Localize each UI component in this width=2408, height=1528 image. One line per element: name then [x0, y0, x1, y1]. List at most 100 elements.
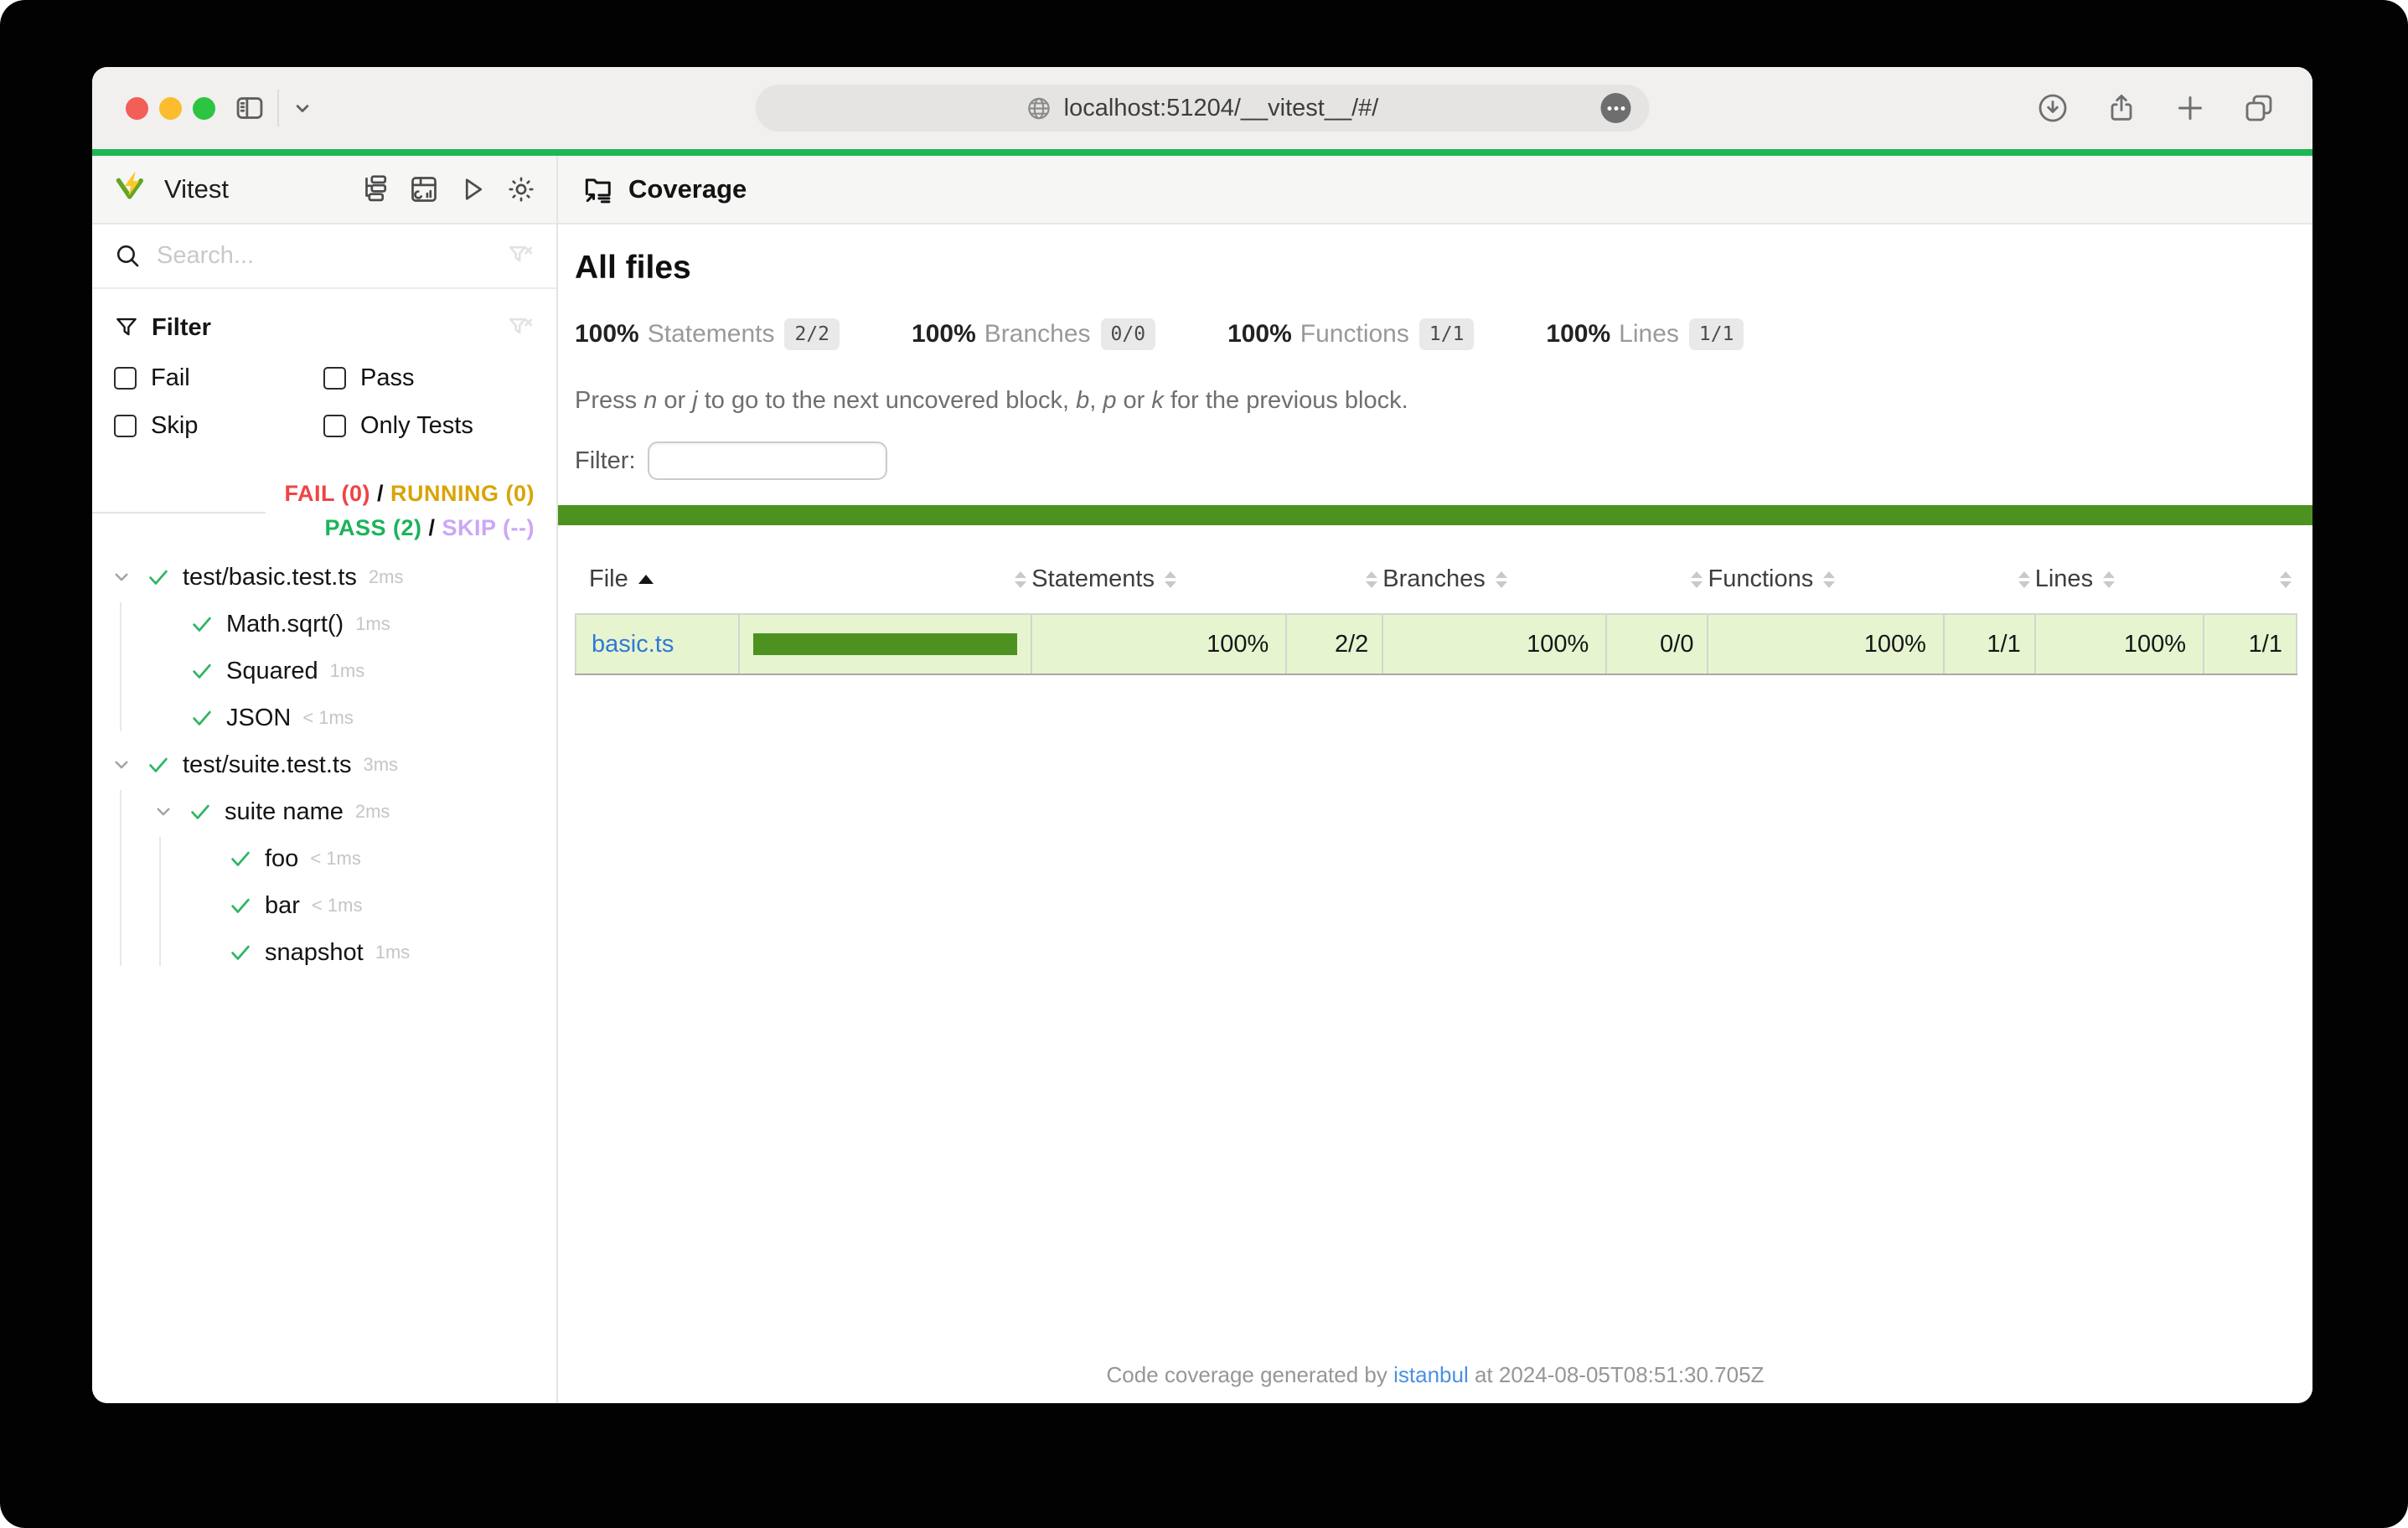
checkbox-fail-box[interactable]: [114, 367, 137, 390]
lines-raw-cell: 1/1: [2204, 614, 2297, 674]
run-all-icon[interactable]: [457, 174, 488, 204]
check-icon: [228, 846, 253, 871]
column-header-chart-sorter[interactable]: [739, 554, 1031, 614]
stat-functions: 100% Functions 1/1: [1227, 318, 1474, 350]
istanbul-link[interactable]: istanbul: [1393, 1362, 1469, 1387]
check-icon: [146, 565, 171, 590]
file-link[interactable]: basic.ts: [592, 631, 674, 658]
column-header-branches-raw-sorter[interactable]: [1606, 554, 1708, 614]
chevron-down-icon[interactable]: [151, 799, 176, 824]
theme-toggle-sun-icon[interactable]: [506, 174, 536, 204]
chevron-down-icon[interactable]: [109, 752, 134, 777]
coverage-stats: 100% Statements 2/2 100% Branches 0/0 10…: [575, 318, 2296, 350]
coverage-footer: Code coverage generated by istanbul at 2…: [558, 1362, 2312, 1388]
checkbox-skip[interactable]: Skip: [114, 402, 323, 450]
coverage-status-line: [558, 505, 2312, 525]
column-header-file[interactable]: File: [576, 554, 739, 614]
tree-item-test[interactable]: bar < 1ms: [92, 882, 556, 929]
downloads-button[interactable]: [2036, 91, 2070, 125]
share-button[interactable]: [2105, 91, 2138, 125]
sorter-icon[interactable]: [2018, 571, 2030, 588]
tree-item-suite[interactable]: suite name 2ms: [92, 788, 556, 835]
sorter-icon[interactable]: [1496, 571, 1507, 588]
test-status-summary: FAIL (0) / RUNNING (0) PASS (2) / SKIP (…: [92, 477, 556, 549]
check-icon: [189, 658, 214, 684]
tree-view-icon[interactable]: [360, 174, 390, 204]
checkbox-fail[interactable]: Fail: [114, 354, 323, 402]
check-icon: [189, 705, 214, 730]
search-input[interactable]: [157, 242, 492, 270]
clear-search-filter-icon[interactable]: [507, 242, 535, 270]
coverage-table-header-row: File Statements: [576, 554, 2297, 614]
statements-pct-cell: 100%: [1031, 614, 1286, 674]
new-tab-button[interactable]: [2173, 91, 2207, 125]
coverage-chart-cell: [739, 614, 1031, 674]
coverage-report-icon: [581, 173, 613, 205]
titlebar-controls: [234, 90, 314, 126]
dashboard-icon[interactable]: [409, 174, 439, 204]
coverage-table: File Statements: [575, 554, 2297, 675]
tree-item-test[interactable]: snapshot 1ms: [92, 929, 556, 976]
checkbox-only-tests-box[interactable]: [323, 415, 346, 437]
minimize-window-button[interactable]: [159, 97, 182, 120]
clear-filter-icon[interactable]: [507, 314, 535, 342]
page-settings-button[interactable]: [1601, 93, 1631, 123]
close-window-button[interactable]: [126, 97, 148, 120]
tree-item-test[interactable]: Math.sqrt() 1ms: [92, 601, 556, 648]
test-run-progress-bar: [92, 149, 2312, 156]
stat-fraction-badge: 1/1: [1689, 318, 1744, 350]
column-header-lines-raw-sorter[interactable]: [2204, 554, 2297, 614]
tab-overview-button[interactable]: [2242, 91, 2276, 125]
tree-item-test[interactable]: foo < 1ms: [92, 835, 556, 882]
coverage-table-row: basic.ts 100% 2/2 100% 0/0 100% 1/: [576, 614, 2297, 674]
sorter-icon[interactable]: [1366, 571, 1377, 588]
column-header-statements-raw-sorter[interactable]: [1286, 554, 1382, 614]
vitest-logo-icon: [114, 171, 151, 208]
checkbox-skip-box[interactable]: [114, 415, 137, 437]
column-header-statements[interactable]: Statements: [1031, 554, 1286, 614]
lines-pct-cell: 100%: [2035, 614, 2204, 674]
sorter-icon[interactable]: [1691, 571, 1703, 588]
chevron-down-icon[interactable]: [109, 565, 134, 590]
zoom-window-button[interactable]: [193, 97, 215, 120]
browser-window: localhost:51204/__vitest__/#/: [92, 67, 2312, 1403]
sidebar-search-row: [92, 225, 556, 289]
statements-raw-cell: 2/2: [1286, 614, 1382, 674]
column-header-functions[interactable]: Functions: [1708, 554, 1943, 614]
address-bar[interactable]: localhost:51204/__vitest__/#/: [756, 85, 1650, 132]
checkbox-pass[interactable]: Pass: [323, 354, 535, 402]
sidebar-header: Vitest: [92, 156, 556, 225]
test-file-tree: test/basic.test.ts 2ms Math.sqrt() 1ms S…: [92, 549, 556, 1403]
status-line-1: FAIL (0) / RUNNING (0): [284, 477, 535, 511]
column-header-branches[interactable]: Branches: [1382, 554, 1606, 614]
stat-lines: 100% Lines 1/1: [1546, 318, 1744, 350]
checkbox-pass-box[interactable]: [323, 367, 346, 390]
functions-pct-cell: 100%: [1708, 614, 1943, 674]
traffic-lights: [126, 97, 215, 120]
coverage-filter-input[interactable]: [648, 441, 887, 480]
checkbox-only-tests[interactable]: Only Tests: [323, 402, 535, 450]
tree-item-file[interactable]: test/suite.test.ts 3ms: [92, 741, 556, 788]
column-header-functions-raw-sorter[interactable]: [1944, 554, 2035, 614]
sorter-icon[interactable]: [2103, 571, 2115, 588]
check-icon: [188, 799, 213, 824]
main-header: Coverage: [558, 156, 2312, 225]
browser-titlebar: localhost:51204/__vitest__/#/: [92, 67, 2312, 149]
coverage-filter-label: Filter:: [575, 447, 636, 475]
sidebar-toggle-icon[interactable]: [234, 92, 266, 124]
url-text: localhost:51204/__vitest__/#/: [1064, 95, 1379, 122]
tree-item-test[interactable]: Squared 1ms: [92, 648, 556, 694]
sorter-icon[interactable]: [2280, 571, 2292, 588]
chevron-down-icon[interactable]: [291, 96, 314, 120]
check-icon: [189, 612, 214, 637]
search-icon: [114, 242, 142, 270]
tree-item-file[interactable]: test/basic.test.ts 2ms: [92, 554, 556, 601]
sorter-icon[interactable]: [1015, 571, 1026, 588]
tree-item-test[interactable]: JSON < 1ms: [92, 694, 556, 741]
titlebar-divider: [277, 90, 279, 126]
column-header-lines[interactable]: Lines: [2035, 554, 2204, 614]
stat-fraction-badge: 1/1: [1419, 318, 1475, 350]
sort-ascending-icon: [638, 575, 654, 584]
sorter-icon[interactable]: [1165, 571, 1176, 588]
sorter-icon[interactable]: [1823, 571, 1835, 588]
